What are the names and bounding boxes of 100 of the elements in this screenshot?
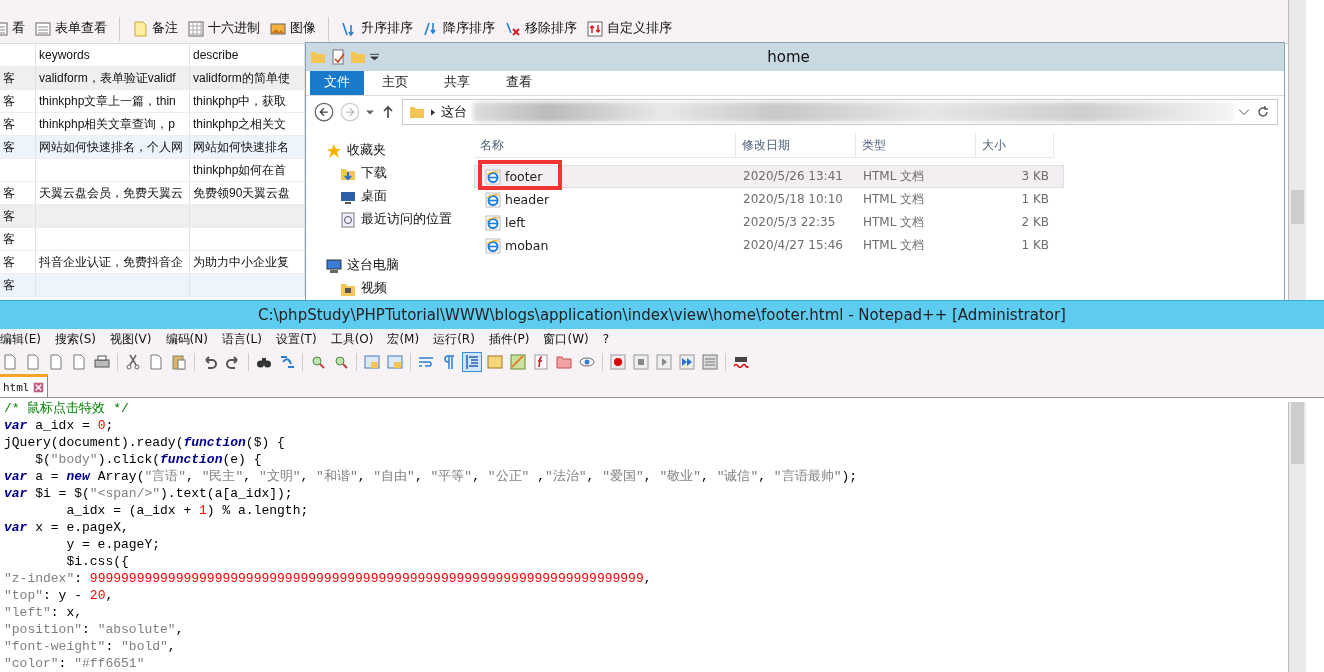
html-file-icon <box>485 168 501 185</box>
nav-item[interactable]: 这台电脑 <box>326 254 399 277</box>
magnifier-icon <box>310 353 326 370</box>
toolbar-button[interactable]: 图像 <box>270 20 316 37</box>
nav-item[interactable]: 最近访问的位置 <box>340 208 452 231</box>
table-cell: 客 <box>0 182 36 204</box>
image-icon <box>270 20 286 37</box>
window-icon <box>387 353 403 370</box>
pilcrow-icon <box>441 353 457 370</box>
nav-item[interactable]: 收藏夹 <box>326 139 386 162</box>
code-line: "left": x, <box>4 604 84 621</box>
nav-item[interactable]: 视频 <box>340 277 387 300</box>
table-cell: 客 <box>0 136 36 158</box>
table-cell: 客 <box>0 251 36 273</box>
sort-descending-icon <box>423 20 439 37</box>
file-tab[interactable]: html <box>0 374 48 397</box>
toolbar-button[interactable]: 自定义排序 <box>587 20 672 37</box>
toolbar-button[interactable]: 降序排序 <box>423 20 495 37</box>
table-cell: thinkphp相关文章查询，p <box>36 113 190 135</box>
menu-item[interactable]: 编辑(E) <box>0 330 48 348</box>
ribbon-tab[interactable]: 主页 <box>364 70 426 95</box>
ribbon-tab[interactable]: 文件 <box>310 70 364 95</box>
menu-item[interactable]: 编码(N) <box>158 330 215 348</box>
file-date: 2020/5/26 13:41 <box>742 168 844 185</box>
remove-sort-icon <box>505 20 521 37</box>
file-row[interactable]: header 2020/5/18 10:10 HTML 文档 1 KB <box>474 188 1064 211</box>
document-icon <box>71 353 87 370</box>
menu-item[interactable]: ? <box>595 332 617 347</box>
nav-item[interactable]: 下载 <box>340 162 387 185</box>
toolbar-button[interactable]: 表单查看 <box>35 20 107 37</box>
window-title: C:\phpStudy\PHPTutorial\WWW\blogs\application\index\view\home\footer.html - Notepad++ [Administrator] <box>0 300 1324 330</box>
document-icon <box>48 353 64 370</box>
table-cell: 客 <box>0 67 36 89</box>
column-header[interactable]: 修改日期 <box>736 133 856 158</box>
toolbar-button[interactable] <box>531 351 551 372</box>
ribbon-tab[interactable]: 共享 <box>426 70 488 95</box>
html-file-icon <box>485 237 501 254</box>
code-line: "z-index": 99999999999999999999999999999999999999999999999999999999999999999999999, <box>4 570 653 587</box>
file-type: HTML 文档 <box>862 214 926 231</box>
sort-ascending-icon <box>341 20 357 37</box>
code-line: "font-weight": "bold", <box>4 638 177 655</box>
properties-icon <box>330 48 346 65</box>
address-bar[interactable]: 这台 <box>402 99 1278 126</box>
column-header[interactable]: keywords <box>36 44 190 66</box>
indent-guide-icon <box>464 353 480 370</box>
table-cell: 网站如何快速排名，个人网 <box>36 136 190 158</box>
table-cell: 抖音企业认证，免费抖音企 <box>36 251 190 273</box>
chevron-icon <box>431 108 435 116</box>
file-name: footer <box>505 169 543 184</box>
file-row[interactable]: moban 2020/4/27 15:46 HTML 文档 1 KB <box>474 234 1064 257</box>
document-icon <box>25 353 41 370</box>
file-row[interactable]: footer 2020/5/26 13:41 HTML 文档 3 KB <box>474 165 1064 188</box>
function-list-icon <box>533 353 549 370</box>
magnifier-icon <box>333 353 349 370</box>
note-icon <box>132 20 148 37</box>
table-cell: thinkphp文章上一篇，thin <box>36 90 190 112</box>
table-cell: validform，表单验证validf <box>36 67 190 89</box>
toolbar-button[interactable]: 备注 <box>132 20 178 37</box>
table-cell: 客 <box>0 228 36 250</box>
code-line: "color": "#ff6651" <box>4 655 146 672</box>
code-line: jQuery(document).ready(function($) { <box>4 434 286 451</box>
menu-item[interactable]: 插件(P) <box>481 330 537 348</box>
file-date: 2020/5/18 10:10 <box>742 191 844 208</box>
code-line: "position": "absolute", <box>4 621 185 638</box>
address-text: 这台 <box>441 103 467 121</box>
document-icon <box>148 353 164 370</box>
window-icon <box>364 353 380 370</box>
menu-item[interactable]: 宏(M) <box>380 330 427 348</box>
menu-item[interactable]: 设置(T) <box>268 330 324 348</box>
file-date: 2020/5/3 22:35 <box>742 214 837 231</box>
menu-item[interactable]: 视图(V) <box>102 330 159 348</box>
toolbar-button[interactable]: 十六进制 <box>188 20 260 37</box>
menu-item[interactable]: 窗口(W) <box>536 330 596 348</box>
toolbar-button[interactable]: 升序排序 <box>341 20 413 37</box>
caret-icon <box>1239 109 1249 116</box>
toolbar-button[interactable]: 移除排序 <box>505 20 577 37</box>
column-header[interactable]: 名称 <box>474 133 736 158</box>
nav-item[interactable]: 桌面 <box>340 185 387 208</box>
grid-icon <box>188 20 204 37</box>
scrollbar[interactable] <box>1288 0 1306 300</box>
folder-icon <box>556 353 572 370</box>
column-header[interactable]: 大小 <box>976 133 1054 158</box>
menu-item[interactable]: 搜索(S) <box>47 330 103 348</box>
code-line: var a_idx = 0; <box>4 417 115 434</box>
play-icon <box>656 353 672 370</box>
menu-item[interactable]: 工具(O) <box>323 330 381 348</box>
ribbon-tab[interactable]: 查看 <box>488 70 550 95</box>
file-size: 2 KB <box>1020 214 1050 231</box>
scrollbar[interactable] <box>1288 402 1306 672</box>
file-type: HTML 文档 <box>862 237 926 254</box>
file-row[interactable]: left 2020/5/3 22:35 HTML 文档 2 KB <box>474 211 1064 234</box>
toolbar-button[interactable]: 看 <box>0 20 25 37</box>
menu-item[interactable]: 运行(R) <box>426 330 482 348</box>
star-icon <box>326 142 342 159</box>
replace-icon <box>279 353 295 370</box>
menu-item[interactable]: 语言(L) <box>214 330 269 348</box>
recent-places-icon <box>340 211 356 228</box>
code-line: /* 鼠标点击特效 */ <box>4 400 130 417</box>
column-header[interactable]: 类型 <box>856 133 976 158</box>
record-icon <box>610 353 626 370</box>
